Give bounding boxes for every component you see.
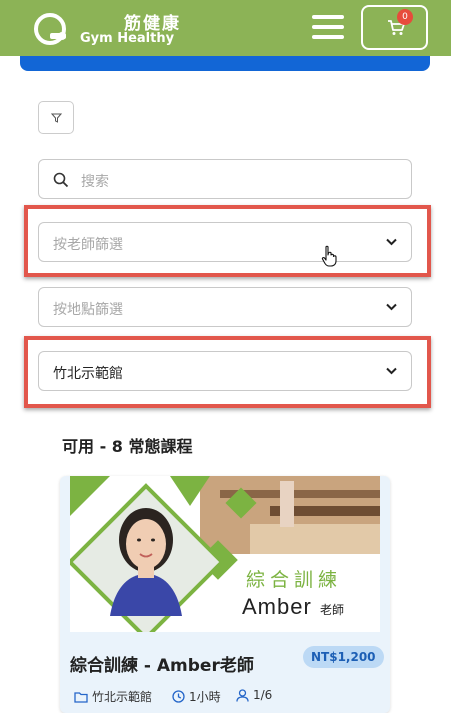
teacher-filter-select[interactable]: 按老師篩選 <box>38 222 412 262</box>
banner-suffix: 老師 <box>320 603 344 617</box>
location-filter-select[interactable]: 按地點篩選 <box>38 287 412 327</box>
course-location: 竹北示範館 <box>74 688 152 705</box>
top-header: 筋健康 Gym Healthy 0 <box>0 0 451 56</box>
brand-logo[interactable]: 筋健康 Gym Healthy <box>28 6 179 52</box>
banner-name: Amber <box>242 594 312 619</box>
course-banner-image[interactable]: 綜合訓練 Amber 老師 <box>70 476 380 632</box>
filter-toggle-button[interactable] <box>38 101 74 134</box>
hamburger-line <box>312 35 344 39</box>
course-capacity-text: 1/6 <box>253 688 273 702</box>
studio-select-value: 竹北示範館 <box>53 366 123 382</box>
course-duration-text: 1小時 <box>189 690 221 704</box>
hamburger-icon <box>312 15 344 19</box>
folder-icon <box>74 691 88 703</box>
clock-icon <box>172 690 185 703</box>
pointer-cursor-icon <box>321 245 337 267</box>
brand-name-english: Gym Healthy <box>80 31 175 46</box>
chevron-down-icon <box>386 303 397 311</box>
course-location-text: 竹北示範館 <box>92 690 153 704</box>
person-icon <box>236 688 249 702</box>
price-badge: NT$1,200 <box>303 646 384 668</box>
chevron-down-icon <box>386 367 397 375</box>
filter-icon <box>51 113 62 123</box>
hamburger-menu-button[interactable] <box>310 13 346 41</box>
cart-count-badge: 0 <box>397 9 413 25</box>
course-duration: 1小時 <box>172 688 221 705</box>
course-card[interactable]: 綜合訓練 Amber 老師 綜合訓練 - Amber老師 NT$1,200 竹北… <box>60 476 390 713</box>
hamburger-line <box>312 25 344 29</box>
cart-button[interactable]: 0 <box>361 5 428 50</box>
location-filter-placeholder: 按地點篩選 <box>53 302 123 318</box>
chevron-down-icon <box>386 238 397 246</box>
section-title: 可用 - 8 常態課程 <box>62 437 193 456</box>
banner-heading: 綜合訓練 <box>246 569 342 591</box>
course-title[interactable]: 綜合訓練 - Amber老師 <box>70 651 254 676</box>
logo-mark-icon <box>34 13 66 45</box>
studio-select[interactable]: 竹北示範館 <box>38 351 412 391</box>
top-accent-bar <box>20 56 430 71</box>
search-icon <box>53 172 69 188</box>
search-input[interactable]: 搜索 <box>38 159 412 199</box>
course-capacity: 1/6 <box>236 688 272 702</box>
search-placeholder: 搜索 <box>81 174 109 190</box>
teacher-filter-placeholder: 按老師篩選 <box>53 237 123 253</box>
